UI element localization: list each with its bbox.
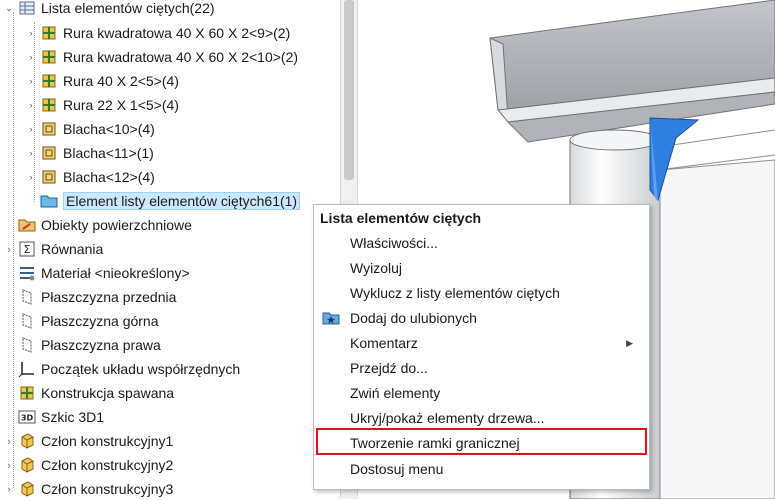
tree-item-cut-list-member[interactable]: › Rura kwadratowa 40 X 60 X 2<10>(2) — [26, 46, 299, 68]
tree-item-cut-list-member[interactable]: › Blacha<12>(4) — [26, 166, 155, 188]
sheet-metal-icon — [40, 120, 58, 138]
menu-item-hide-show-tree-items[interactable]: Ukryj/pokaż elementy drzewa... — [350, 407, 545, 429]
tree-item-material[interactable]: Materiał <nieokreślony> — [4, 262, 190, 284]
svg-text:3D: 3D — [21, 414, 34, 423]
tree-item-label: Rura kwadratowa 40 X 60 X 2<9>(2) — [63, 25, 291, 41]
expand-arrow-icon[interactable]: › — [4, 478, 14, 500]
menu-item-comment[interactable]: Komentarz ▶ — [350, 332, 645, 354]
highlight-box — [316, 428, 647, 455]
tree-item-cut-list[interactable]: ⌄ Lista elementów ciętych(22) — [4, 0, 215, 19]
tree-item-label: Człon konstrukcyjny2 — [41, 457, 174, 473]
weldment-icon — [18, 384, 36, 402]
expand-arrow-icon[interactable]: › — [4, 238, 14, 260]
tree-item-right-plane[interactable]: Płaszczyzna prawa — [4, 334, 161, 356]
tree-item-label: Rura 22 X 1<5>(4) — [63, 97, 179, 113]
submenu-arrow-icon: ▶ — [626, 337, 633, 348]
structural-member-icon — [18, 456, 36, 474]
weldment-member-icon — [40, 72, 58, 90]
favorites-star-icon — [322, 309, 340, 327]
tree-item-label: Lista elementów ciętych(22) — [41, 0, 215, 16]
tree-item-surface-bodies[interactable]: Obiekty powierzchniowe — [4, 214, 192, 236]
tree-item-label: Blacha<10>(4) — [63, 121, 155, 137]
context-menu-title: Lista elementów ciętych — [320, 210, 482, 226]
tree-item-label: Szkic 3D1 — [41, 409, 105, 425]
weldment-member-icon — [40, 24, 58, 42]
expand-arrow-icon[interactable]: › — [4, 454, 14, 476]
cut-list-folder-icon — [18, 0, 36, 17]
equations-icon: Σ — [18, 240, 36, 258]
expand-arrow-icon[interactable]: › — [26, 22, 36, 44]
tree-item-sketch-3d[interactable]: 3D Szkic 3D1 — [4, 406, 104, 428]
tree-item-cut-list-member[interactable]: › Blacha<10>(4) — [26, 118, 155, 140]
expand-arrow-icon[interactable]: › — [26, 70, 36, 92]
menu-item-add-to-favorites[interactable]: Dodaj do ulubionych — [350, 307, 477, 329]
tree-item-structural-member[interactable]: › Człon konstrukcyjny3 — [4, 478, 174, 500]
tree-item-cut-list-member[interactable]: › Rura kwadratowa 40 X 60 X 2<9>(2) — [26, 22, 291, 44]
tree-item-label: Płaszczyzna przednia — [41, 289, 177, 305]
tree-item-label: Obiekty powierzchniowe — [41, 217, 192, 233]
expand-arrow-icon[interactable]: › — [26, 118, 36, 140]
material-icon — [18, 264, 36, 282]
expand-arrow-icon[interactable]: › — [26, 94, 36, 116]
plane-icon — [18, 288, 36, 306]
svg-text:Σ: Σ — [24, 243, 31, 256]
menu-item-customize-menu[interactable]: Dostosuj menu — [350, 458, 443, 480]
menu-item-exclude-from-cut-list[interactable]: Wyklucz z listy elementów ciętych — [350, 282, 560, 304]
tree-item-label: Blacha<12>(4) — [63, 169, 155, 185]
plane-icon — [18, 312, 36, 330]
tree-item-label: Element listy elementów ciętych61(1) — [63, 192, 301, 210]
tree-item-label: Równania — [41, 241, 104, 257]
tree-item-label: Konstrukcja spawana — [41, 385, 175, 401]
tree-item-top-plane[interactable]: Płaszczyzna górna — [4, 310, 159, 332]
expand-arrow-icon[interactable]: › — [26, 166, 36, 188]
surface-bodies-icon — [18, 216, 36, 234]
tree-item-label: Płaszczyzna górna — [41, 313, 159, 329]
structural-member-icon — [18, 432, 36, 450]
plane-icon — [18, 336, 36, 354]
tree-item-label: Początek układu współrzędnych — [41, 361, 241, 377]
tree-item-label: Człon konstrukcyjny1 — [41, 433, 174, 449]
sheet-metal-icon — [40, 144, 58, 162]
tree-item-structural-member[interactable]: › Człon konstrukcyjny1 — [4, 430, 174, 452]
origin-icon — [18, 360, 36, 378]
expand-arrow-icon[interactable]: › — [26, 46, 36, 68]
menu-item-go-to[interactable]: Przejdź do... — [350, 357, 428, 379]
tree-item-label: Rura 40 X 2<5>(4) — [63, 73, 179, 89]
menu-item-isolate[interactable]: Wyizoluj — [350, 257, 402, 279]
weldment-member-icon — [40, 48, 58, 66]
tree-item-selected-cut-list-item[interactable]: Element listy elementów ciętych61(1) — [40, 190, 301, 212]
weldment-member-icon — [40, 96, 58, 114]
menu-item-properties[interactable]: Właściwości... — [350, 232, 438, 254]
collapse-arrow-icon[interactable]: ⌄ — [4, 0, 14, 19]
feature-manager-tree: ⌄ Lista elementów ciętych(22) › Rura kwa… — [0, 0, 340, 499]
tree-item-cut-list-member[interactable]: › Blacha<11>(1) — [26, 142, 154, 164]
tree-item-label: Materiał <nieokreślony> — [41, 265, 190, 281]
tree-item-label: Rura kwadratowa 40 X 60 X 2<10>(2) — [63, 49, 299, 65]
tree-item-front-plane[interactable]: Płaszczyzna przednia — [4, 286, 176, 308]
tree-item-weldment[interactable]: Konstrukcja spawana — [4, 382, 174, 404]
tree-item-label: Płaszczyzna prawa — [41, 337, 161, 353]
expand-arrow-icon[interactable]: › — [4, 430, 14, 452]
expand-arrow-icon[interactable]: › — [26, 142, 36, 164]
tree-item-structural-member[interactable]: › Człon konstrukcyjny2 — [4, 454, 174, 476]
tree-item-cut-list-member[interactable]: › Rura 40 X 2<5>(4) — [26, 70, 179, 92]
blue-folder-icon — [40, 192, 58, 210]
scrollbar-thumb[interactable] — [344, 0, 354, 180]
tree-item-equations[interactable]: › Σ Równania — [4, 238, 104, 260]
menu-item-collapse-items[interactable]: Zwiń elementy — [350, 382, 440, 404]
tree-item-label: Blacha<11>(1) — [63, 145, 154, 161]
tree-item-label: Człon konstrukcyjny3 — [41, 481, 174, 497]
tree-item-cut-list-member[interactable]: › Rura 22 X 1<5>(4) — [26, 94, 179, 116]
tree-item-origin[interactable]: Początek układu współrzędnych — [4, 358, 240, 380]
structural-member-icon — [18, 480, 36, 498]
sketch-3d-icon: 3D — [18, 408, 36, 426]
sheet-metal-icon — [40, 168, 58, 186]
